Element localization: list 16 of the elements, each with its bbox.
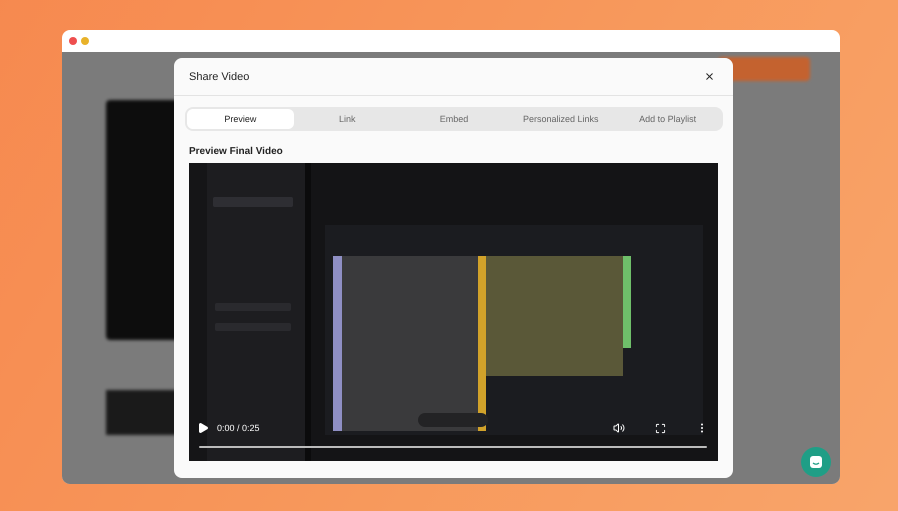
tab[interactable]: Add to Playlist — [614, 109, 721, 129]
chat-launcher-button[interactable] — [801, 447, 831, 477]
tab[interactable]: Personalized Links — [507, 109, 614, 129]
minimize-window-dot[interactable] — [81, 37, 89, 45]
section-heading: Preview Final Video — [189, 146, 284, 157]
close-window-dot[interactable] — [69, 37, 77, 45]
tab[interactable]: Link — [294, 109, 401, 129]
tab[interactable]: Embed — [400, 109, 508, 129]
tab[interactable]: Preview — [187, 109, 294, 129]
dialog-title: Share Video — [189, 70, 250, 82]
fullscreen-icon[interactable] — [655, 422, 666, 434]
play-icon[interactable] — [197, 422, 209, 434]
chat-icon — [809, 455, 823, 469]
volume-icon[interactable] — [613, 422, 625, 434]
video-time: 0:00 / 0:25 — [217, 423, 261, 433]
close-button[interactable] — [703, 70, 715, 82]
